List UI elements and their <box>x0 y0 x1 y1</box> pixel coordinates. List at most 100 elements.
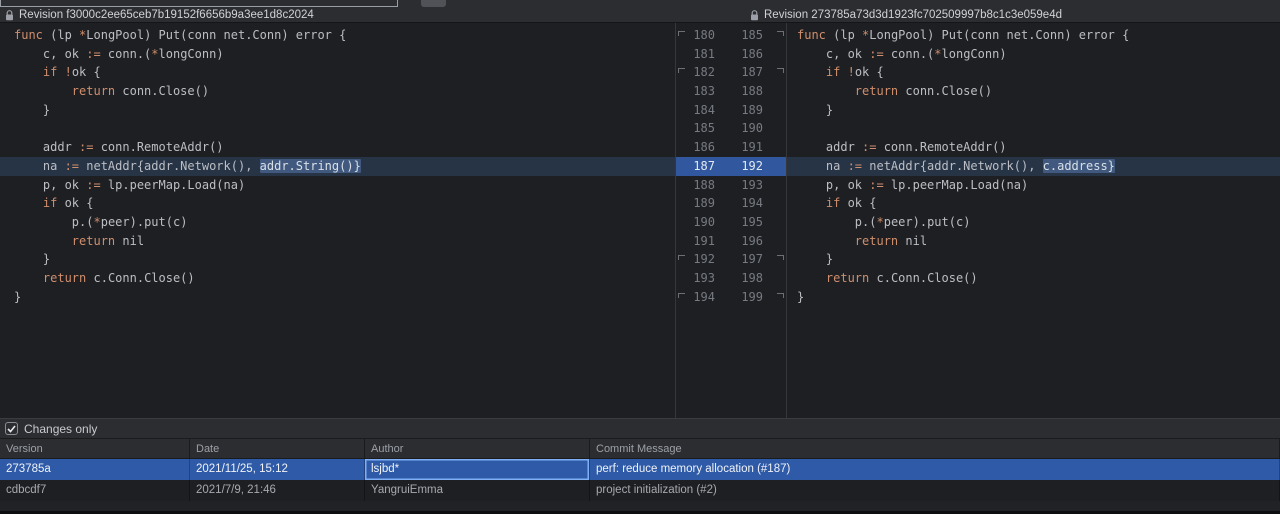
code-token: } <box>14 252 50 266</box>
code-line[interactable]: if !ok { <box>14 63 675 82</box>
code-line[interactable]: return nil <box>14 232 675 251</box>
code-token: := <box>848 159 862 173</box>
code-line[interactable]: } <box>14 101 675 120</box>
left-code-pane[interactable]: func (lp *LongPool) Put(conn net.Conn) e… <box>0 23 675 418</box>
diff-gutter: 1801851811861821871831881841891851901861… <box>675 23 787 418</box>
fold-marker-icon[interactable] <box>678 68 685 73</box>
code-line[interactable]: addr := conn.RemoteAddr() <box>797 138 1280 157</box>
code-line[interactable]: return c.Conn.Close() <box>797 269 1280 288</box>
gutter-row: 191196 <box>676 232 786 251</box>
right-line-number: 190 <box>715 119 763 138</box>
code-line[interactable]: return c.Conn.Close() <box>14 269 675 288</box>
code-line[interactable]: p.(*peer).put(c) <box>14 213 675 232</box>
code-token: func <box>14 28 43 42</box>
fold-marker-icon[interactable] <box>777 68 784 73</box>
code-token: if <box>43 196 57 210</box>
code-token: ok { <box>840 196 876 210</box>
left-line-number: 189 <box>676 194 715 213</box>
changed-token: addr.String()} <box>260 159 361 173</box>
code-token: * <box>151 47 158 61</box>
code-line[interactable]: p.(*peer).put(c) <box>797 213 1280 232</box>
right-code-pane[interactable]: func (lp *LongPool) Put(conn net.Conn) e… <box>787 23 1280 418</box>
code-line[interactable]: c, ok := conn.(*longConn) <box>14 45 675 64</box>
code-token: LongPool) Put(conn net.Conn) error { <box>869 28 1129 42</box>
code-line[interactable]: return nil <box>797 232 1280 251</box>
fold-marker-icon[interactable] <box>678 293 685 298</box>
code-token <box>797 271 826 285</box>
cell-date[interactable]: 2021/7/9, 21:46 <box>190 480 365 501</box>
cell-author[interactable]: lsjbd* <box>365 459 590 480</box>
column-header-version[interactable]: Version <box>0 439 190 458</box>
left-line-number: 181 <box>676 45 715 64</box>
code-token <box>14 65 43 79</box>
partial-toolbar-button[interactable] <box>421 0 446 7</box>
fold-marker-icon[interactable] <box>777 31 784 36</box>
cell-message[interactable]: project initialization (#2) <box>590 480 1280 501</box>
column-header-date[interactable]: Date <box>190 439 365 458</box>
code-token: addr <box>14 140 79 154</box>
code-token: peer).put(c) <box>884 215 971 229</box>
fold-marker-icon[interactable] <box>777 255 784 260</box>
code-line[interactable] <box>14 119 675 138</box>
code-line[interactable]: c, ok := conn.(*longConn) <box>797 45 1280 64</box>
gutter-row: 181186 <box>676 45 786 64</box>
history-table-body: 273785a2021/11/25, 15:12lsjbd*perf: redu… <box>0 459 1280 501</box>
history-table-row[interactable]: 273785a2021/11/25, 15:12lsjbd*perf: redu… <box>0 459 1280 480</box>
code-token: * <box>876 215 883 229</box>
column-header-author[interactable]: Author <box>365 439 590 458</box>
gutter-row: 185190 <box>676 119 786 138</box>
fold-marker-icon[interactable] <box>777 293 784 298</box>
code-line[interactable]: func (lp *LongPool) Put(conn net.Conn) e… <box>14 26 675 45</box>
partial-text-input[interactable] <box>0 0 398 7</box>
cell-message[interactable]: perf: reduce memory allocation (#187) <box>590 459 1280 480</box>
code-line[interactable]: addr := conn.RemoteAddr() <box>14 138 675 157</box>
code-token: := <box>869 47 883 61</box>
code-line[interactable]: } <box>797 288 1280 307</box>
right-line-number: 189 <box>715 101 763 120</box>
gutter-row: 194199 <box>676 288 786 307</box>
code-line[interactable]: p, ok := lp.peerMap.Load(na) <box>797 176 1280 195</box>
changes-only-checkbox[interactable] <box>5 422 18 435</box>
code-line[interactable] <box>797 119 1280 138</box>
code-token: ok { <box>72 65 101 79</box>
right-line-number: 197 <box>715 250 763 269</box>
cell-version[interactable]: cdbcdf7 <box>0 480 190 501</box>
cell-date[interactable]: 2021/11/25, 15:12 <box>190 459 365 480</box>
code-line[interactable]: if ok { <box>797 194 1280 213</box>
right-line-number: 186 <box>715 45 763 64</box>
fold-marker-icon[interactable] <box>678 31 685 36</box>
left-line-number: 190 <box>676 213 715 232</box>
history-table-row[interactable]: cdbcdf72021/7/9, 21:46YangruiEmmaproject… <box>0 480 1280 501</box>
code-line[interactable]: if ok { <box>14 194 675 213</box>
column-header-commit-message[interactable]: Commit Message <box>590 439 1280 458</box>
code-token: p.( <box>797 215 876 229</box>
code-token: if <box>826 196 840 210</box>
code-line[interactable]: } <box>14 250 675 269</box>
left-revision-header: Revision f3000c2ee65ceb7b19152f6656b9a3e… <box>5 7 314 23</box>
code-line[interactable]: } <box>14 288 675 307</box>
code-line[interactable]: } <box>797 101 1280 120</box>
code-line[interactable]: if !ok { <box>797 63 1280 82</box>
code-token: netAddr{addr.Network(), <box>79 159 260 173</box>
cell-version[interactable]: 273785a <box>0 459 190 480</box>
code-line[interactable]: na := netAddr{addr.Network(), addr.Strin… <box>0 157 675 176</box>
code-token: conn.RemoteAddr() <box>876 140 1006 154</box>
code-line[interactable]: na := netAddr{addr.Network(), c.address} <box>787 157 1280 176</box>
left-line-number: 183 <box>676 82 715 101</box>
code-token <box>797 84 855 98</box>
code-line[interactable]: p, ok := lp.peerMap.Load(na) <box>14 176 675 195</box>
code-token: conn.RemoteAddr() <box>93 140 223 154</box>
code-token: (lp <box>43 28 79 42</box>
code-line[interactable]: func (lp *LongPool) Put(conn net.Conn) e… <box>797 26 1280 45</box>
changes-only-label: Changes only <box>24 422 97 436</box>
code-line[interactable]: return conn.Close() <box>14 82 675 101</box>
code-token: } <box>797 252 833 266</box>
code-line[interactable]: } <box>797 250 1280 269</box>
code-token: conn.( <box>101 47 152 61</box>
cell-author[interactable]: YangruiEmma <box>365 480 590 501</box>
fold-marker-icon[interactable] <box>678 255 685 260</box>
code-token: nil <box>898 234 927 248</box>
right-line-number: 192 <box>715 157 763 176</box>
code-line[interactable]: return conn.Close() <box>797 82 1280 101</box>
history-table-header: VersionDateAuthorCommit Message <box>0 439 1280 459</box>
